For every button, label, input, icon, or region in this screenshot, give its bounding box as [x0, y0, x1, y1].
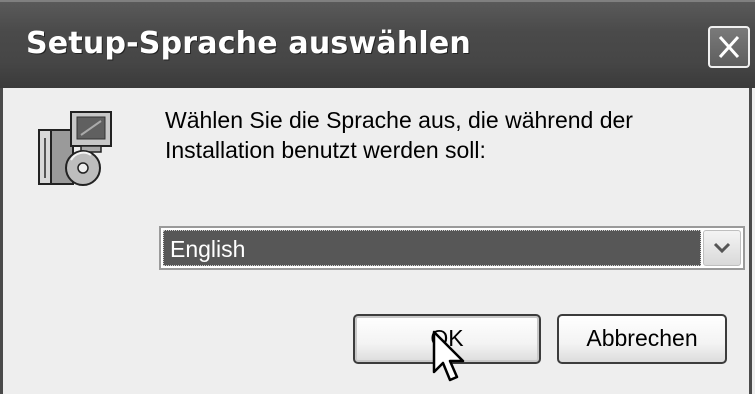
language-select[interactable]: English: [159, 226, 745, 270]
setup-language-dialog: Setup-Sprache auswählen Wählen Sie die S…: [0, 0, 755, 394]
language-dropdown-button[interactable]: [703, 230, 741, 266]
title-bar[interactable]: Setup-Sprache auswählen: [0, 0, 755, 88]
cancel-button[interactable]: Abbrechen: [557, 314, 727, 364]
dialog-body: Wählen Sie die Sprache aus, die während …: [0, 88, 752, 394]
instruction-text: Wählen Sie die Sprache aus, die während …: [165, 105, 725, 165]
language-selected-value[interactable]: English: [163, 230, 701, 266]
close-icon: [718, 35, 740, 59]
setup-installer-icon: [35, 108, 115, 188]
instruction-line-1: Wählen Sie die Sprache aus, die während …: [165, 107, 633, 133]
instruction-line-2: Installation benutzt werden soll:: [165, 137, 486, 163]
close-button[interactable]: [708, 26, 750, 68]
chevron-down-icon: [713, 242, 731, 254]
mouse-pointer-icon: [432, 330, 465, 382]
window-title: Setup-Sprache auswählen: [26, 26, 471, 61]
